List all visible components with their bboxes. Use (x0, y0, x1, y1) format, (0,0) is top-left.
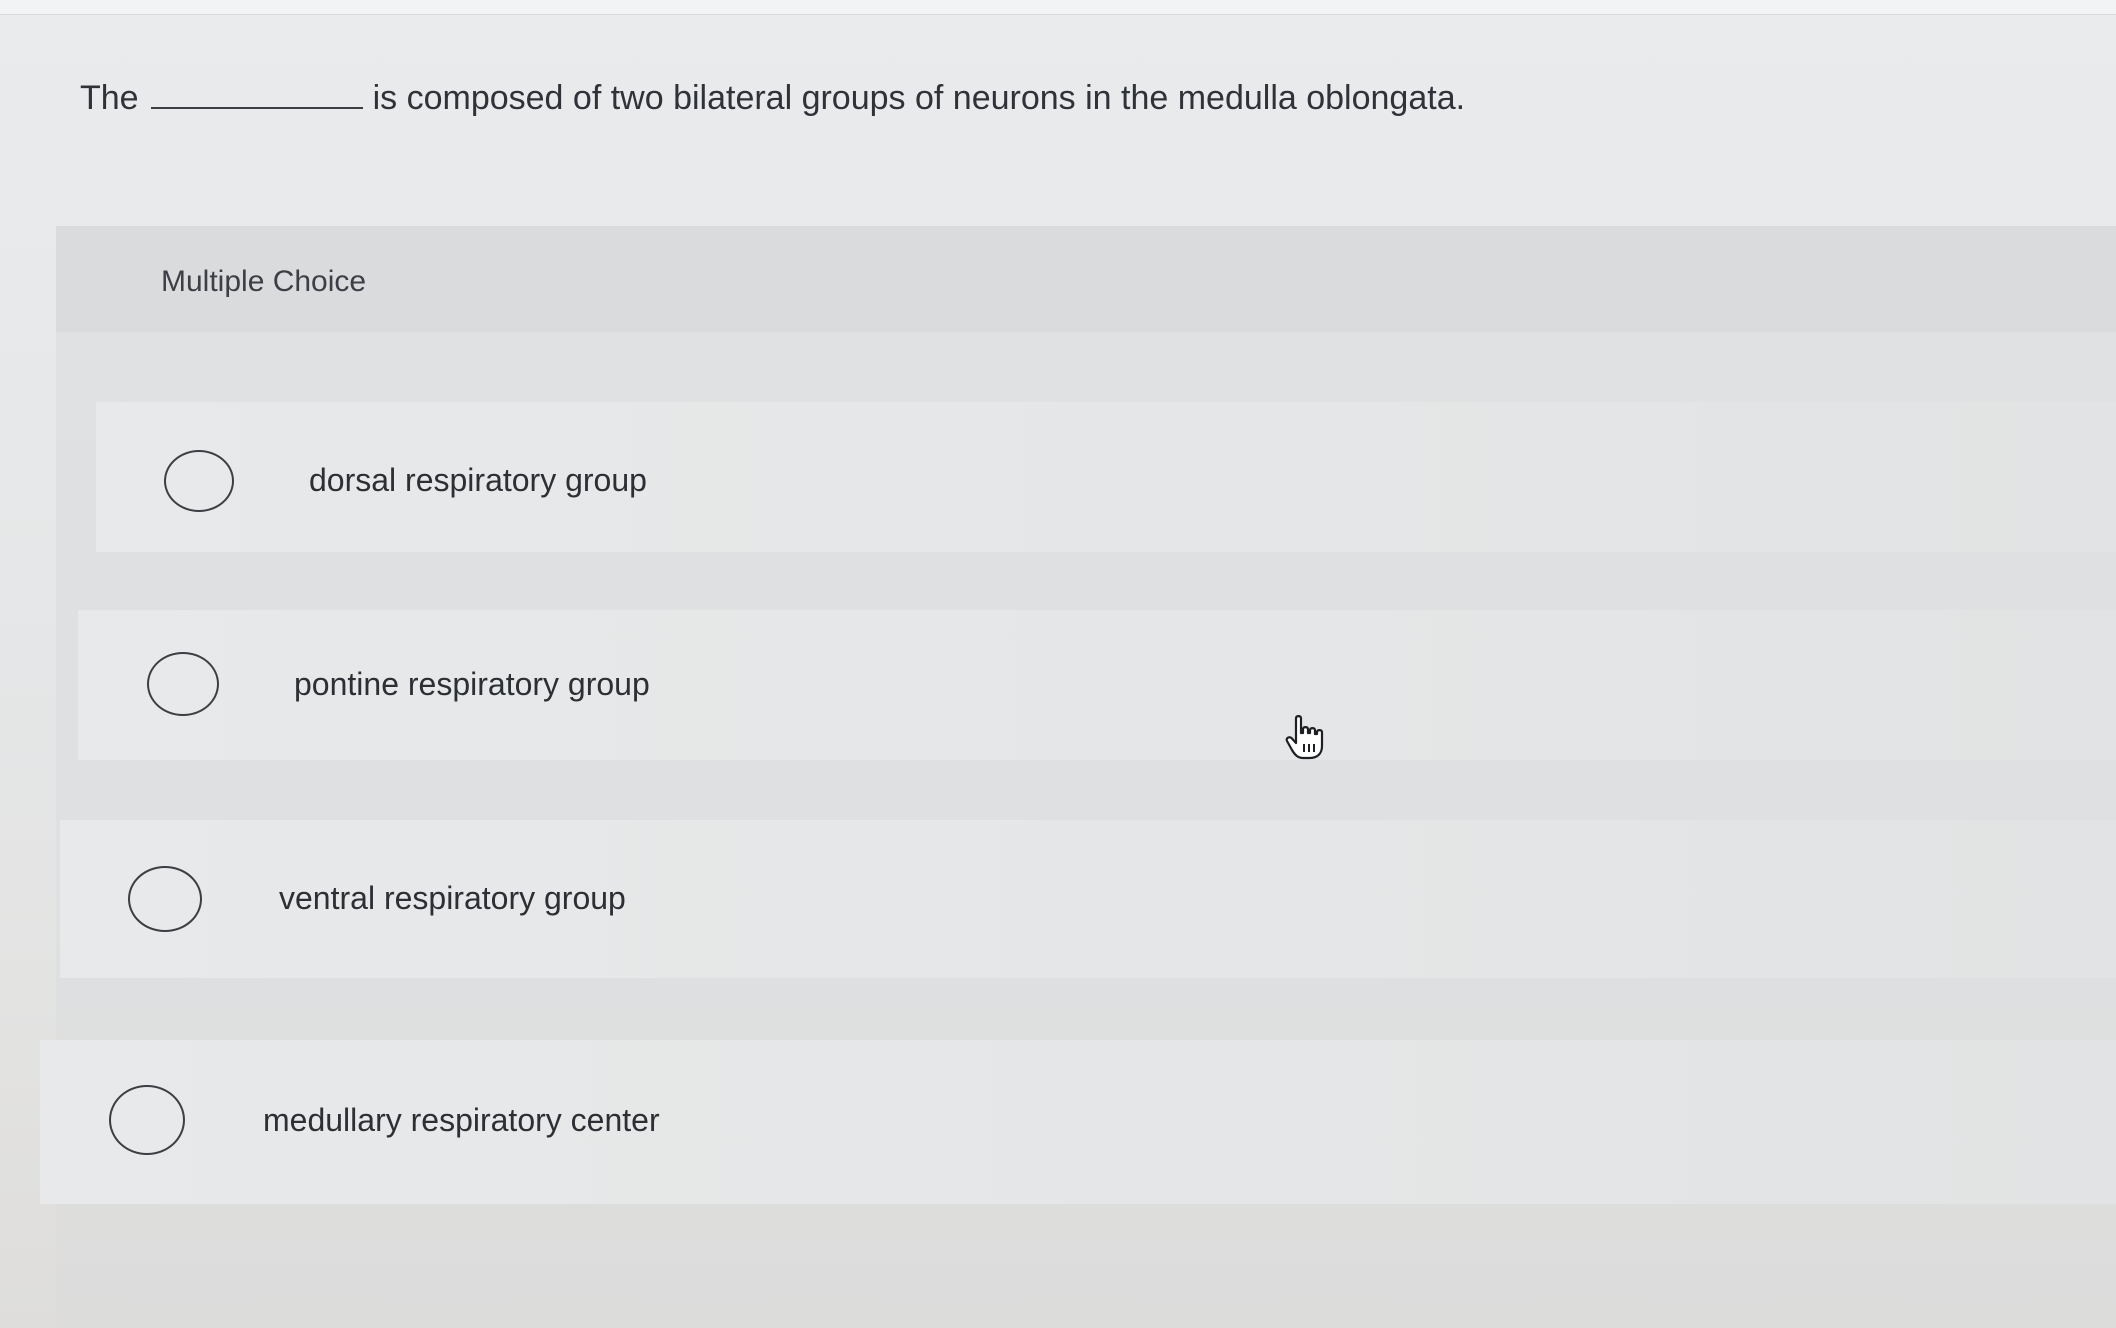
answer-option-medullary[interactable]: medullary respiratory center (40, 1040, 2116, 1204)
answer-option-ventral[interactable]: ventral respiratory group (60, 820, 2116, 978)
radio-button-icon[interactable] (109, 1085, 185, 1155)
radio-button-icon[interactable] (128, 866, 202, 932)
option-label: pontine respiratory group (294, 666, 650, 702)
radio-button-icon[interactable] (164, 450, 234, 512)
multiple-choice-header: Multiple Choice (56, 226, 2116, 332)
answer-option-pontine[interactable]: pontine respiratory group (78, 610, 2116, 760)
option-label: ventral respiratory group (279, 880, 626, 916)
question-prefix: The (80, 79, 139, 117)
hand-pointer-icon (1285, 715, 1324, 760)
option-label: dorsal respiratory group (309, 462, 647, 498)
question-prompt: The is composed of two bilateral groups o… (80, 76, 1465, 120)
radio-button-icon[interactable] (147, 652, 219, 716)
top-edge (0, 0, 2116, 15)
answer-option-dorsal[interactable]: dorsal respiratory group (96, 402, 2116, 552)
multiple-choice-title: Multiple Choice (161, 265, 367, 298)
question-suffix: is composed of two bilateral groups of n… (372, 79, 1466, 117)
option-label: medullary respiratory center (263, 1102, 660, 1138)
answer-blank (150, 77, 363, 109)
